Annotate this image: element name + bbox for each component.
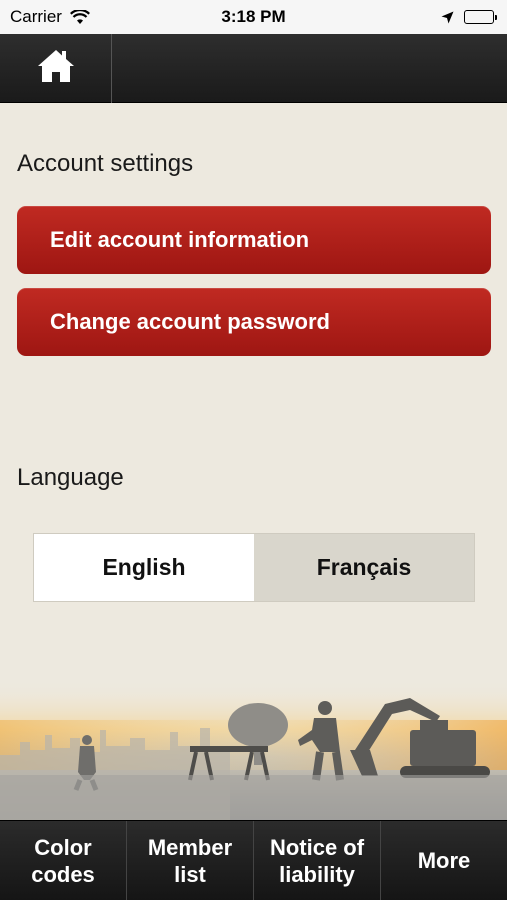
bottom-tab-bar: Color codes Member list Notice of liability… bbox=[0, 820, 507, 900]
tab-label: More bbox=[417, 848, 471, 873]
tab-label: liability bbox=[279, 861, 355, 887]
construction-scene-illustration bbox=[0, 680, 507, 820]
tab-color-codes[interactable]: Color codes bbox=[0, 821, 127, 900]
tab-label: Notice of bbox=[269, 834, 365, 860]
top-navigation-bar bbox=[0, 34, 507, 103]
status-left: Carrier bbox=[10, 7, 90, 27]
home-icon bbox=[37, 48, 75, 89]
edit-account-button[interactable]: Edit account information bbox=[17, 206, 491, 274]
home-button[interactable] bbox=[0, 34, 112, 103]
tab-label: Member bbox=[147, 834, 233, 860]
tab-notice-of-liability[interactable]: Notice of liability bbox=[254, 821, 381, 900]
language-heading: Language bbox=[17, 464, 124, 491]
change-password-button[interactable]: Change account password bbox=[17, 288, 491, 356]
wifi-icon bbox=[69, 9, 90, 25]
language-option-english[interactable]: English bbox=[34, 534, 254, 601]
location-arrow-icon bbox=[441, 11, 454, 24]
tab-member-list[interactable]: Member list bbox=[127, 821, 254, 900]
status-right bbox=[441, 10, 497, 24]
language-segmented-control: English Français bbox=[33, 533, 475, 602]
tab-label: list bbox=[174, 861, 206, 887]
language-option-french[interactable]: Français bbox=[254, 534, 474, 601]
tab-label: codes bbox=[31, 861, 95, 887]
carrier-label: Carrier bbox=[10, 7, 62, 26]
tab-label: Color bbox=[34, 834, 92, 860]
status-bar: Carrier 3:18 PM bbox=[0, 0, 507, 34]
tab-more[interactable]: More bbox=[381, 821, 507, 900]
battery-icon bbox=[464, 10, 497, 24]
account-settings-heading: Account settings bbox=[17, 150, 194, 177]
